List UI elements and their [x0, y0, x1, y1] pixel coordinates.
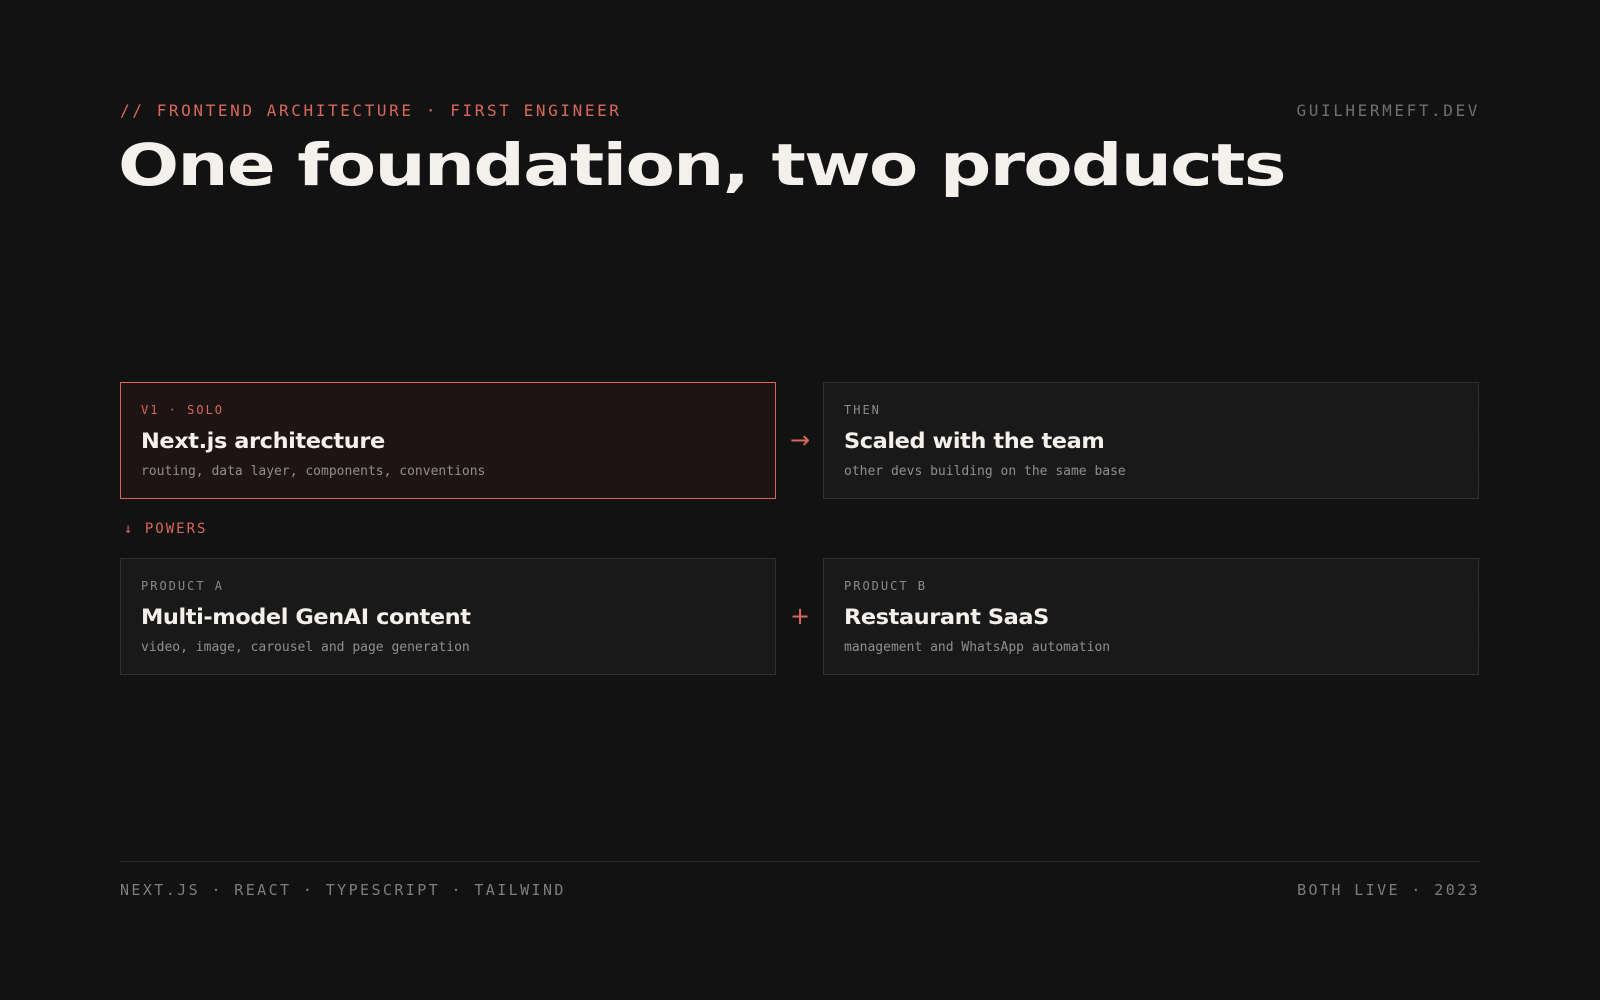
card-product-a: PRODUCT A Multi-model GenAI content vide… — [120, 558, 776, 675]
page-title: One foundation, two products — [118, 131, 1287, 199]
arrow-right-icon: → — [789, 426, 811, 454]
powers-label: ↓ POWERS — [124, 521, 208, 537]
card-scaled-with-team: THEN Scaled with the team other devs bui… — [823, 382, 1479, 499]
card-description: routing, data layer, components, convent… — [141, 464, 486, 479]
card-tag: V1 · SOLO — [141, 403, 225, 417]
plus-icon: + — [789, 602, 811, 630]
card-title: Next.js architecture — [141, 429, 385, 453]
card-tag: PRODUCT A — [141, 579, 225, 593]
card-title: Multi-model GenAI content — [141, 605, 471, 629]
site-label: GUILHERMEFT.DEV — [1296, 101, 1480, 120]
status-label: BOTH LIVE · 2023 — [1297, 881, 1480, 899]
card-description: video, image, carousel and page generati… — [141, 640, 470, 655]
card-tag: THEN — [844, 403, 881, 417]
card-product-b: PRODUCT B Restaurant SaaS management and… — [823, 558, 1479, 675]
section-eyebrow: // FRONTEND ARCHITECTURE · FIRST ENGINEE… — [120, 101, 622, 120]
card-tag: PRODUCT B — [844, 579, 928, 593]
card-description: management and WhatsApp automation — [844, 640, 1111, 655]
tech-stack-label: NEXT.JS · REACT · TYPESCRIPT · TAILWIND — [120, 881, 566, 899]
card-nextjs-architecture: V1 · SOLO Next.js architecture routing, … — [120, 382, 776, 499]
footer-divider — [120, 861, 1480, 862]
card-description: other devs building on the same base — [844, 464, 1126, 479]
card-title: Restaurant SaaS — [844, 605, 1049, 629]
card-title: Scaled with the team — [844, 429, 1105, 453]
